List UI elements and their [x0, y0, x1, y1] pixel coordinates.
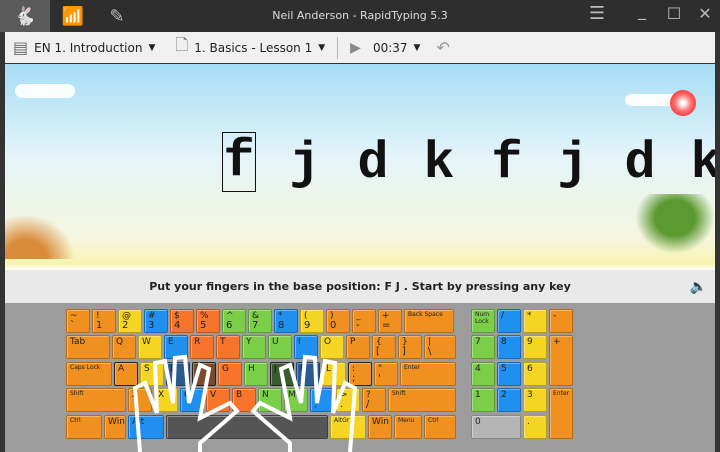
title-bar: 🐇 📶 ✎ Neil Anderson - RapidTyping 5.3 ☰ …: [0, 0, 720, 32]
left-hand-outline: [132, 354, 240, 452]
time-dropdown[interactable]: 00:37 ▼: [373, 41, 421, 55]
notebook-icon: ▤: [13, 38, 29, 57]
undo-button[interactable]: ↶: [436, 38, 449, 57]
course-label: EN 1. Introduction: [34, 40, 143, 55]
speaker-icon[interactable]: 🔈: [690, 279, 707, 295]
minimize-icon[interactable]: _: [630, 1, 654, 20]
sun: [670, 90, 696, 116]
time-label: 00:37: [372, 40, 408, 55]
play-button[interactable]: ▶: [350, 40, 361, 56]
window-title: Neil Anderson - RapidTyping 5.3: [272, 9, 448, 22]
exercise-letter: d: [624, 134, 656, 193]
exercise-letter: f: [491, 134, 523, 193]
exercise-scene: fjdkfjdk: [5, 64, 715, 270]
toolbar: ▤ EN 1. Introduction ▼ 🗋 1. Basics - Lesson…: [5, 32, 715, 63]
right-hand-outline: [250, 354, 358, 452]
document-icon: 🗋: [175, 35, 189, 54]
exercise-letter: d: [357, 134, 389, 193]
cloud: [15, 84, 75, 98]
divider: [337, 36, 339, 59]
course-dropdown[interactable]: ▤ EN 1. Introduction ▼: [13, 38, 155, 57]
exercise-letter: j: [289, 134, 321, 193]
tree: [635, 194, 715, 254]
keyboard-area: ~ `! 1 @2 #3 $4% 5 ^ 6 & 7 * 8(9) 0 _ - + = Back Space Tab Q…: [5, 303, 715, 452]
chevron-down-icon: ▼: [318, 42, 326, 53]
exercise-letter: j: [557, 134, 589, 193]
exercise-letter: k: [423, 134, 455, 193]
play-icon: ▶: [350, 39, 361, 56]
lesson-label: 1. Basics - Lesson 1: [194, 40, 313, 55]
exercise-letter: k: [690, 134, 715, 193]
close-icon[interactable]: ✕: [693, 4, 717, 23]
instruction-text: Put your fingers in the base position: F…: [149, 280, 571, 293]
hill-left: [5, 214, 75, 259]
undo-icon: ↶: [436, 38, 450, 57]
current-letter: f: [222, 132, 256, 192]
instruction-bar: Put your fingers in the base position: F…: [5, 270, 715, 303]
maximize-icon[interactable]: ☐: [662, 4, 686, 23]
hands-overlay: [132, 354, 358, 452]
menu-icon[interactable]: ☰: [585, 3, 609, 24]
lesson-dropdown[interactable]: 🗋 1. Basics - Lesson 1 ▼: [175, 34, 325, 61]
chevron-down-icon: ▼: [148, 42, 156, 53]
chevron-down-icon: ▼: [413, 42, 421, 53]
